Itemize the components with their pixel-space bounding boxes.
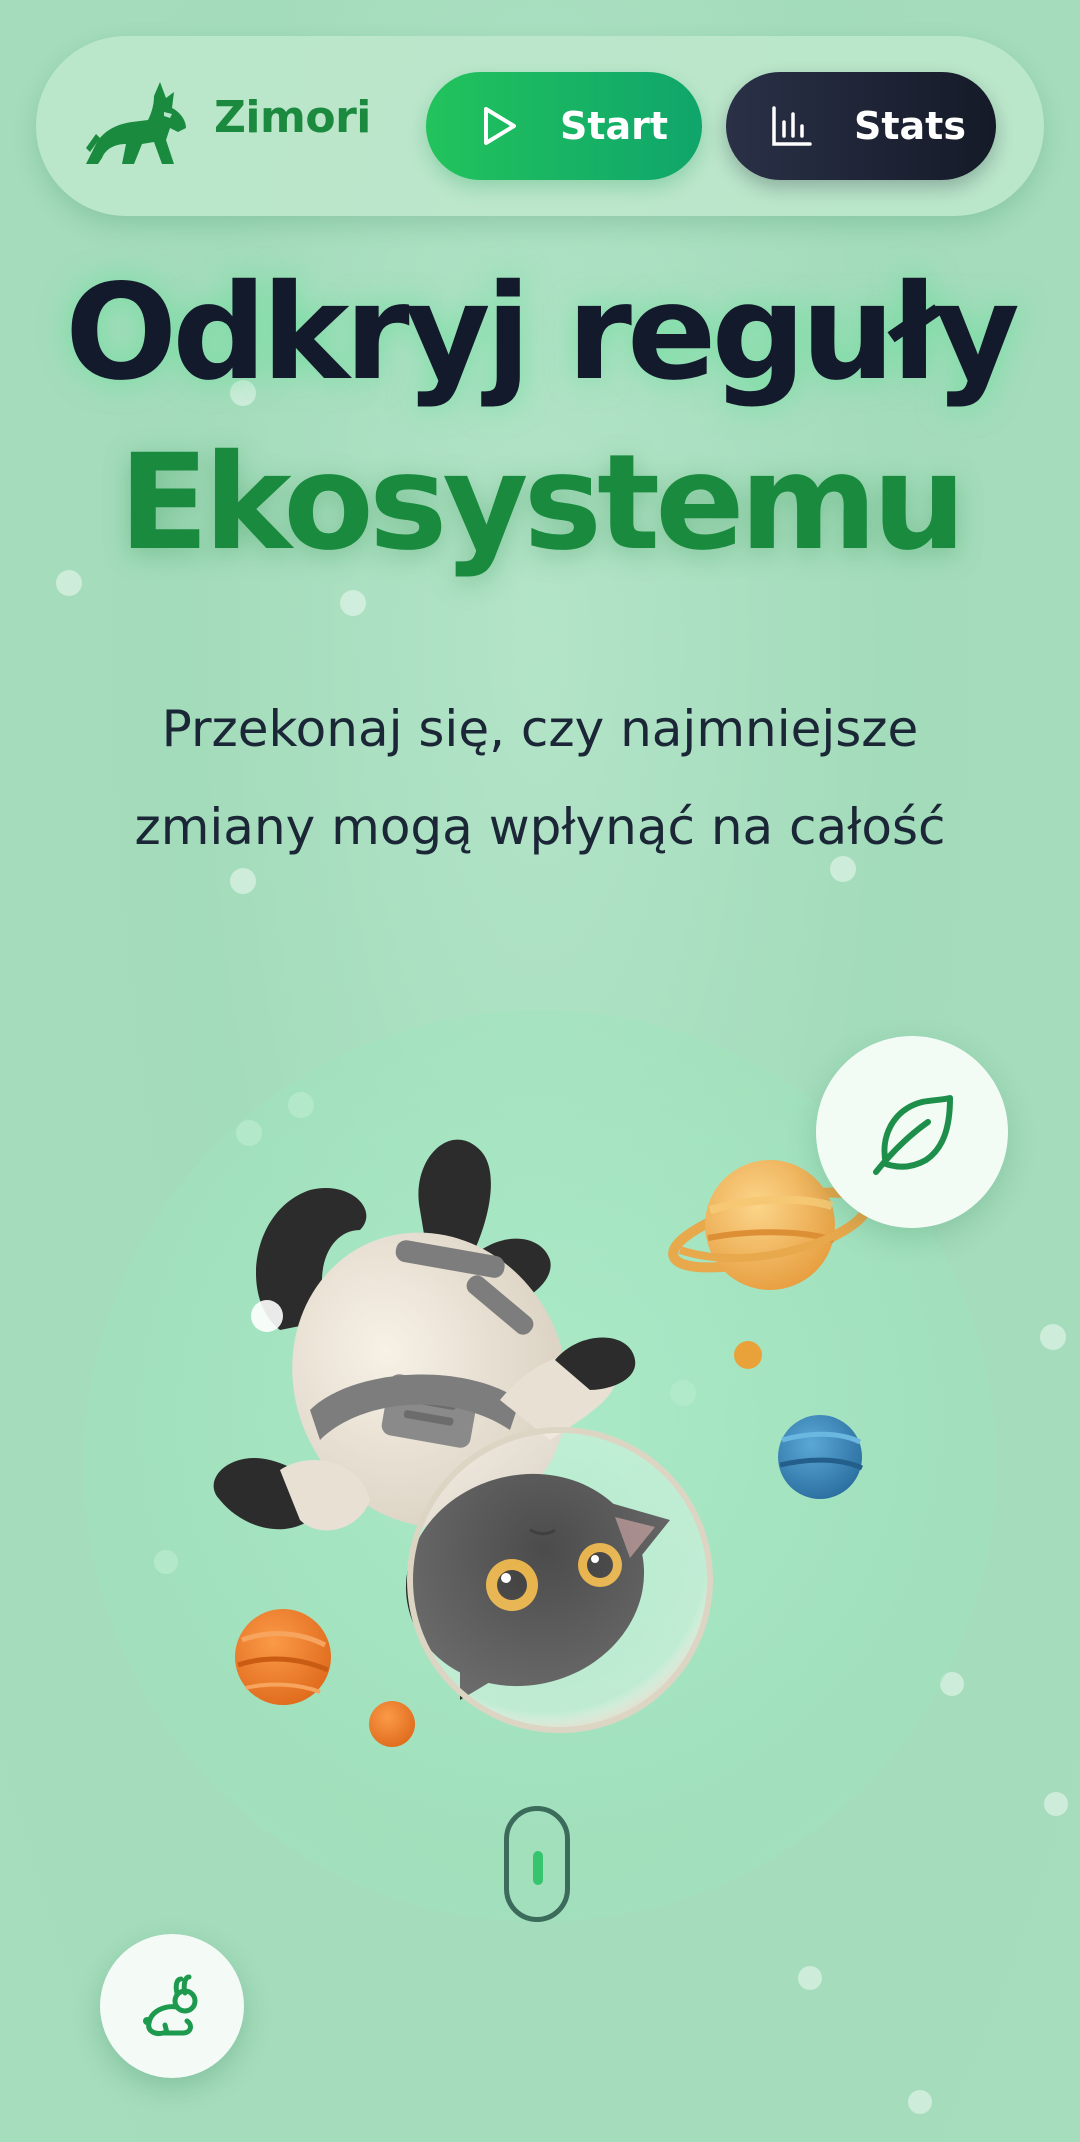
decorative-bubble (1040, 1324, 1066, 1350)
hero-subtitle: Przekonaj się, czy najmniejsze zmiany mo… (60, 680, 1020, 876)
hero-title-line2: Ekosystemu (118, 426, 966, 580)
lynx-icon[interactable] (82, 78, 192, 168)
rabbit-badge[interactable] (100, 1934, 244, 2078)
brand-name[interactable]: Zimori (214, 92, 371, 143)
hero-subtitle-line1: Przekonaj się, czy najmniejsze (161, 700, 919, 758)
decorative-bubble (1044, 1792, 1068, 1816)
hero-title-line1: Odkryj reguły (65, 256, 1020, 410)
bar-chart-icon (772, 106, 812, 146)
hero-title: Odkryj reguły Ekosystemu (0, 248, 1080, 588)
leaf-icon (873, 1095, 953, 1175)
header-bar: Zimori Start Stats (36, 36, 1044, 216)
decorative-bubble (340, 590, 366, 616)
play-icon (484, 107, 516, 145)
start-button-label: Start (560, 104, 669, 148)
decorative-bubble (908, 2090, 932, 2114)
decorative-bubble (798, 1966, 822, 1990)
leaf-badge[interactable] (816, 1036, 1008, 1228)
stats-button[interactable]: Stats (726, 72, 996, 180)
hero-subtitle-line2: zmiany mogą wpłynąć na całość (134, 798, 946, 856)
scroll-indicator-dot (533, 1851, 543, 1885)
scroll-indicator[interactable] (504, 1806, 570, 1922)
rabbit-icon (143, 1974, 198, 2036)
stats-button-label: Stats (854, 104, 966, 148)
start-button[interactable]: Start (426, 72, 702, 180)
astronaut-cat-illustration (213, 1139, 872, 1747)
